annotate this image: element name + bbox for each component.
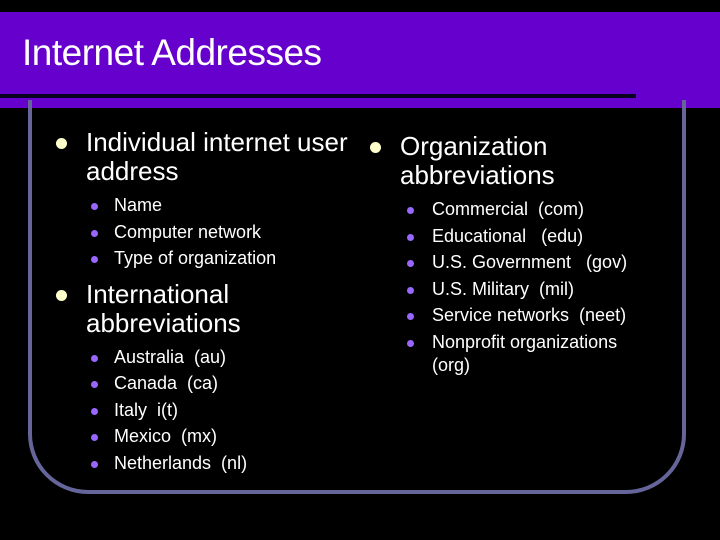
circle-bullet-icon [56, 289, 67, 301]
circle-bullet-icon [407, 260, 414, 267]
circle-bullet-icon [91, 256, 98, 263]
list-item-text: Type of organization [114, 248, 277, 268]
circle-bullet-icon [91, 354, 98, 362]
right-column: Organization abbreviations Commercial (c… [370, 132, 670, 385]
list-item-text: Mexico (mx) [114, 426, 217, 446]
bullet-individual-address: Individual internet user address [56, 128, 356, 186]
organization-abbreviations-sublist: Commercial (com) Educational (edu) U.S. … [370, 196, 670, 377]
circle-bullet-icon [91, 460, 98, 468]
circle-bullet-icon [407, 313, 414, 320]
list-item-text: Computer network [114, 221, 262, 242]
list-item-text: U.S. Military (mil) [432, 278, 574, 299]
list-item-text: Name [114, 195, 163, 215]
list-item: Italy i(t) [56, 397, 356, 424]
circle-bullet-icon [91, 381, 98, 388]
list-item: Canada (ca) [56, 370, 356, 397]
list-item: Commercial (com) [370, 196, 670, 223]
bullet-international-abbreviations: International abbreviations [56, 278, 356, 338]
slide-title: Internet Addresses [22, 32, 322, 73]
list-item-text: Nonprofit organizations (org) [432, 331, 618, 375]
list-item: U.S. Government (gov) [370, 249, 670, 276]
bullet-label: Organization abbreviations [400, 131, 555, 190]
list-item: Australia (au) [56, 344, 356, 371]
circle-bullet-icon [370, 142, 381, 153]
circle-bullet-icon [407, 207, 414, 214]
list-item-text: Service networks (neet) [432, 305, 627, 325]
circle-bullet-icon [91, 407, 98, 415]
circle-bullet-icon [91, 203, 98, 210]
list-item: Computer network [56, 219, 356, 246]
list-item: Mexico (mx) [56, 423, 356, 450]
title-bar-notch [636, 0, 720, 12]
bullet-organization-abbreviations: Organization abbreviations [370, 132, 670, 190]
circle-bullet-icon [56, 138, 67, 149]
list-item-text: Educational (edu) [432, 225, 584, 246]
circle-bullet-icon [407, 339, 414, 347]
circle-bullet-icon [407, 286, 414, 294]
list-item: Service networks (neet) [370, 302, 670, 329]
list-item: Nonprofit organizations (org) [370, 329, 642, 377]
list-item-text: Italy i(t) [114, 399, 179, 420]
circle-bullet-icon [91, 434, 98, 441]
title-underline [0, 94, 636, 98]
list-item: Educational (edu) [370, 223, 670, 250]
list-item: Type of organization [56, 245, 356, 272]
left-column: Individual internet user address Name Co… [56, 128, 356, 484]
circle-bullet-icon [91, 229, 98, 237]
list-item-text: Netherlands (nl) [114, 452, 248, 473]
list-item-text: Commercial (com) [432, 199, 585, 219]
list-item-text: Australia (au) [114, 346, 227, 367]
list-item-text: U.S. Government (gov) [432, 252, 628, 272]
circle-bullet-icon [407, 233, 414, 241]
bullet-label: Individual internet user address [86, 127, 348, 186]
international-abbreviations-sublist: Australia (au) Canada (ca) Italy i(t) Me… [56, 344, 356, 477]
list-item: Name [56, 192, 356, 219]
bullet-label: International abbreviations [86, 278, 241, 338]
list-item: U.S. Military (mil) [370, 276, 670, 303]
individual-address-sublist: Name Computer network Type of organizati… [56, 192, 356, 272]
list-item-text: Canada (ca) [114, 373, 219, 393]
list-item: Netherlands (nl) [56, 450, 356, 477]
